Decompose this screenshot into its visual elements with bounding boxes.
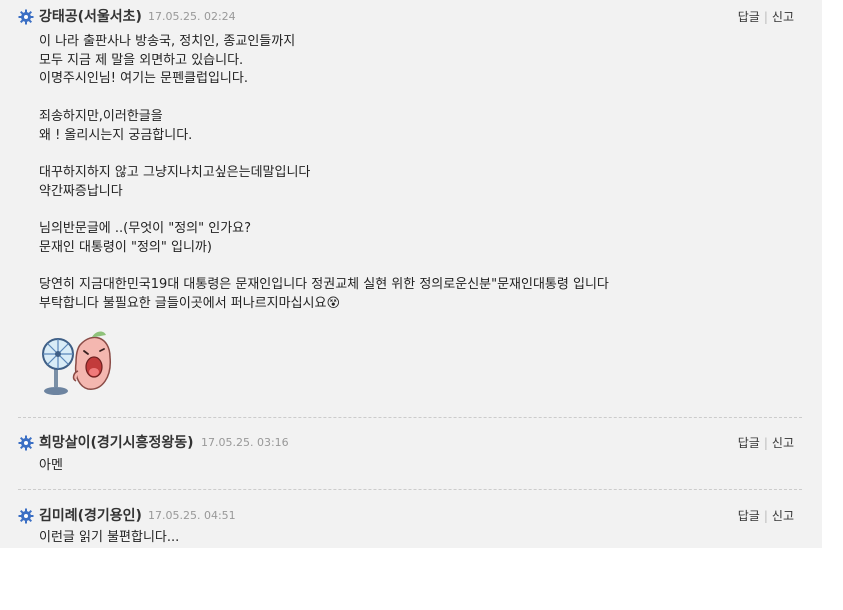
comment-body: 이 나라 출판사나 방송국, 정치인, 종교인들까지 모두 지금 제 말을 외면… — [39, 34, 609, 311]
reply-button[interactable]: 답글 — [738, 10, 760, 24]
author-name[interactable]: 김미례(경기용인) — [39, 507, 142, 525]
comment-actions: 답글 | 신고 — [738, 434, 794, 452]
comment-divider — [18, 489, 802, 490]
comment-timestamp: 17.05.25. 03:16 — [201, 436, 289, 449]
reply-button[interactable]: 답글 — [738, 436, 760, 450]
action-divider: | — [763, 10, 768, 24]
report-button[interactable]: 신고 — [772, 436, 794, 450]
gear-icon — [18, 508, 34, 524]
report-button[interactable]: 신고 — [772, 10, 794, 24]
comment-board: 강태공(서울서초) 17.05.25. 02:24 답글 | 신고 이 나라 출판사… — [0, 0, 822, 548]
action-divider: | — [763, 509, 768, 523]
reply-button[interactable]: 답글 — [738, 509, 760, 523]
comment-header: 희망살이(경기시흥정왕동) 17.05.25. 03:16 답글 | 신고 — [0, 434, 822, 454]
comment-body: 이런글 읽기 불편합니다... — [39, 530, 180, 545]
fan-character-sticker — [42, 331, 111, 395]
comment-timestamp: 17.05.25. 04:51 — [148, 509, 236, 522]
comment-actions: 답글 | 신고 — [738, 507, 794, 525]
comment-divider — [18, 417, 802, 418]
gear-icon — [18, 435, 34, 451]
comment-header: 김미례(경기용인) 17.05.25. 04:51 답글 | 신고 — [0, 507, 822, 527]
comment-timestamp: 17.05.25. 02:24 — [148, 10, 236, 23]
action-divider: | — [763, 436, 768, 450]
comment-body: 아멘 — [39, 458, 63, 473]
author-name[interactable]: 희망살이(경기시흥정왕동) — [39, 434, 193, 452]
gear-icon — [18, 9, 34, 25]
author-name[interactable]: 강태공(서울서초) — [39, 8, 142, 26]
comment-actions: 답글 | 신고 — [738, 8, 794, 26]
comment-header: 강태공(서울서초) 17.05.25. 02:24 답글 | 신고 — [0, 8, 822, 28]
report-button[interactable]: 신고 — [772, 509, 794, 523]
